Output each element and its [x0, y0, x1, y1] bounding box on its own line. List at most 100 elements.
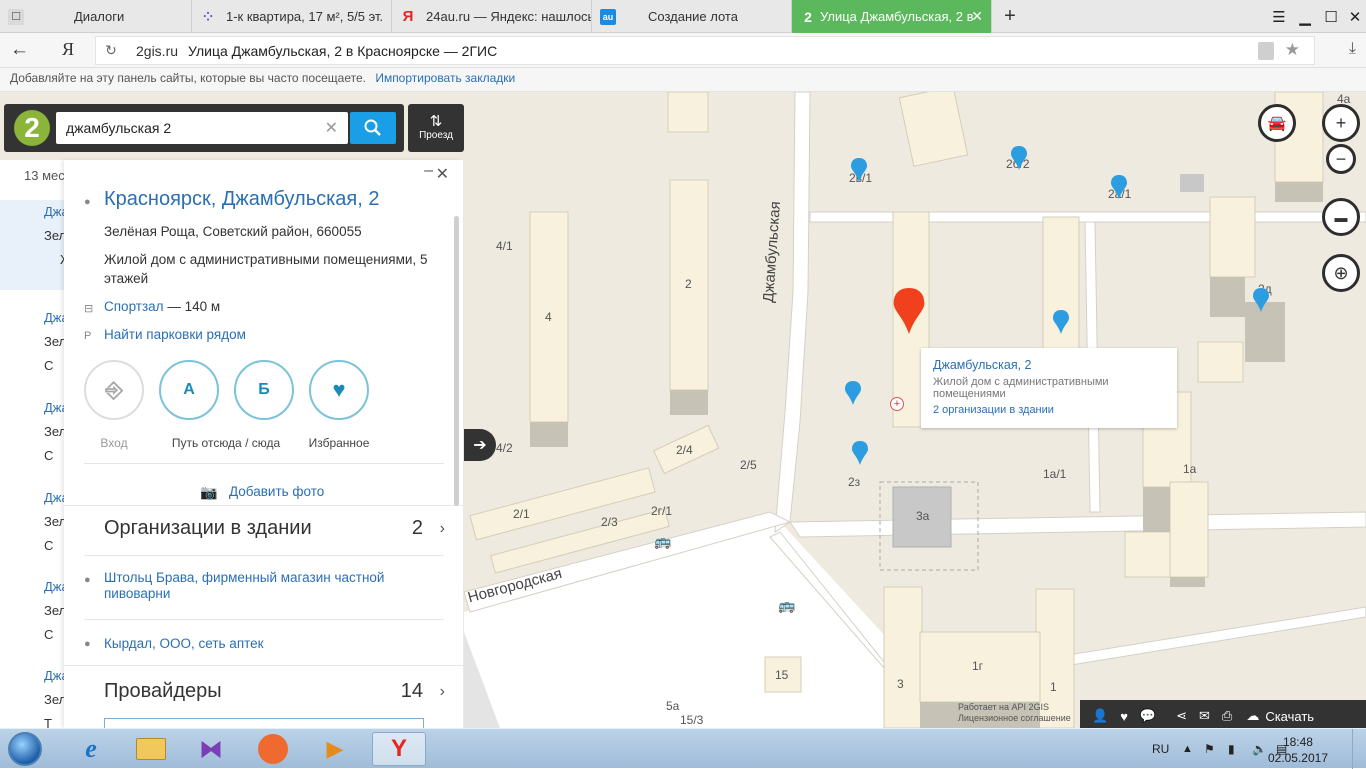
maximize-icon[interactable]: ☐ [1318, 0, 1344, 33]
map-pin-icon[interactable] [1053, 310, 1069, 334]
ie-icon[interactable]: e [64, 732, 118, 766]
gym-link[interactable]: Спортзал [104, 299, 164, 314]
explorer-icon[interactable] [124, 732, 178, 766]
card-title[interactable]: Красноярск, Джамбульская, 2 [104, 188, 380, 211]
map-pin-icon[interactable] [852, 441, 868, 465]
ruler-button[interactable]: ▬ [1322, 198, 1360, 236]
mail-icon[interactable]: ✉ [1199, 708, 1210, 724]
menu-icon[interactable]: ☰ [1266, 0, 1292, 33]
house-label: 4 [545, 310, 552, 324]
popup-title[interactable]: Джамбульская, 2 [933, 358, 1165, 372]
url-field[interactable]: ↻ 2gis.ru Улица Джамбульская, 2 в Красно… [95, 36, 1315, 65]
chevron-right-icon[interactable]: › [440, 520, 445, 538]
route-from-button[interactable]: А [159, 360, 219, 420]
provider-box [104, 718, 424, 728]
car-icon: 🚘 [1267, 115, 1287, 132]
parking-link[interactable]: Найти парковки рядом [104, 327, 246, 342]
tab-label: Создание лота [648, 9, 738, 24]
favorite-button[interactable]: ♥ [309, 360, 369, 420]
yandex-logo[interactable]: Я [62, 39, 74, 60]
close-window-icon[interactable]: ✕ [1342, 0, 1366, 33]
zoom-out-button[interactable]: − [1326, 144, 1356, 174]
zoom-in-button[interactable]: + [1322, 104, 1360, 142]
minimize-card-icon[interactable]: – [424, 162, 433, 180]
card-description: Жилой дом с административными помещениям… [104, 252, 428, 286]
house-label: 1 [1050, 680, 1057, 694]
orgs-section-title[interactable]: Организации в здании [104, 517, 312, 540]
start-button[interactable] [4, 729, 46, 769]
import-bookmarks-link[interactable]: Импортировать закладки [375, 71, 515, 85]
popup-orgs-link[interactable]: 2 организации в здании [933, 404, 1165, 416]
reel-app-icon[interactable] [246, 732, 300, 766]
bookmark-star-icon[interactable]: ★ [1285, 40, 1300, 60]
pharmacy-icon[interactable]: + [890, 397, 904, 411]
reload-icon[interactable]: ↻ [96, 42, 126, 59]
map-pin-icon[interactable] [1011, 146, 1027, 170]
media-app-icon[interactable]: ⧓ [184, 732, 238, 766]
folder-icon [136, 738, 166, 760]
geolocation-button[interactable]: ⊕ [1322, 254, 1360, 292]
chevron-right-icon[interactable]: › [440, 683, 445, 701]
search-button[interactable] [350, 112, 396, 144]
map-pin-icon[interactable] [1111, 175, 1127, 199]
house-label: 2/4 [676, 443, 693, 457]
tab-apartment[interactable]: ⁘ 1-к квартира, 17 м², 5/5 эт. [192, 0, 392, 33]
new-tab-button[interactable]: + [1000, 6, 1020, 26]
map-pin-icon[interactable] [851, 158, 867, 182]
add-photo-link[interactable]: Добавить фото [229, 484, 324, 499]
entrance-button[interactable]: ⎆ [84, 360, 144, 420]
clock[interactable]: 18:48 02.05.2017 [1268, 734, 1328, 766]
2gis-logo[interactable]: 2 [14, 110, 50, 146]
close-tab-icon[interactable]: ✕ [971, 8, 983, 25]
tab-yandex[interactable]: Я 24au.ru — Яндекс: нашлось [392, 0, 592, 33]
org-item[interactable]: Штольц Брава, фирменный магазин частной … [104, 570, 424, 602]
flag-icon[interactable]: ⚑ [1204, 729, 1215, 769]
video-player-icon[interactable]: ▶ [308, 732, 362, 766]
house-label: 5а [666, 699, 680, 713]
favorite-icon[interactable]: ♥ [1120, 709, 1128, 724]
volume-icon[interactable]: 🔈 [1252, 729, 1267, 769]
show-desktop-button[interactable] [1352, 729, 1366, 769]
comment-icon[interactable]: 💬 [1140, 708, 1156, 724]
back-arrow-icon[interactable]: ← [10, 39, 29, 61]
tray-arrow-icon[interactable]: ▲ [1182, 729, 1193, 769]
tab-2gis[interactable]: 2 Улица Джамбульская, 2 в ✕ [792, 0, 992, 33]
yandex-browser-icon[interactable]: Y [372, 732, 426, 766]
download-button[interactable]: Скачать [1265, 709, 1314, 724]
route-button[interactable]: ⇅ Проезд [408, 104, 464, 152]
bus-stop-icon[interactable]: 🚌 [654, 533, 671, 550]
license-link[interactable]: Лицензионное соглашение [958, 713, 1071, 724]
bus-stop-icon[interactable]: 🚌 [778, 597, 795, 614]
collapse-panel-button[interactable]: ➔ [464, 429, 496, 461]
nearby-stop: Спортзал — 140 м [104, 299, 220, 314]
tab-dialogs[interactable]: ☐ Диалоги [0, 0, 192, 33]
search-input[interactable]: джамбульская 2 ✕ [56, 112, 348, 144]
map-pin-icon[interactable] [845, 381, 861, 405]
close-card-icon[interactable]: ✕ [436, 164, 449, 184]
tab-create-lot[interactable]: au Создание лота [592, 0, 792, 33]
result-area: Зел [44, 514, 67, 529]
language-indicator[interactable]: RU [1152, 729, 1169, 769]
clear-search-icon[interactable]: ✕ [325, 118, 338, 138]
result-area: Зел [44, 603, 67, 618]
card-scrollbar[interactable] [454, 216, 459, 506]
attribution-text: Работает на API 2GIS [958, 702, 1050, 712]
result-type: С [44, 448, 54, 463]
traffic-button[interactable]: 🚘 [1258, 104, 1296, 142]
map-area[interactable]: Джамбульская Новгородская 4/1 4 2 4/2 2/… [0, 92, 1366, 728]
print-icon[interactable]: ⎙ [1222, 708, 1232, 724]
providers-section-title[interactable]: Провайдеры [104, 680, 222, 703]
map-popup[interactable]: Джамбульская, 2 Жилой дом с администрати… [921, 348, 1177, 428]
battery-icon[interactable]: ▮ [1228, 729, 1235, 769]
map-pin-icon[interactable] [1253, 288, 1269, 312]
selected-location-pin-icon[interactable] [893, 288, 925, 334]
share-icon[interactable]: ⋖ [1176, 708, 1187, 724]
org-item[interactable]: Кырдал, ООО, сеть аптек [104, 636, 424, 652]
lock-icon[interactable] [1258, 42, 1274, 60]
user-icon[interactable]: 👤 [1092, 708, 1108, 724]
minimize-icon[interactable]: ▁ [1292, 0, 1318, 33]
download-icon[interactable]: ⤓ [1349, 40, 1356, 58]
route-to-button[interactable]: Б [234, 360, 294, 420]
windows-logo-icon [8, 732, 42, 766]
avito-icon: ⁘ [202, 9, 214, 24]
